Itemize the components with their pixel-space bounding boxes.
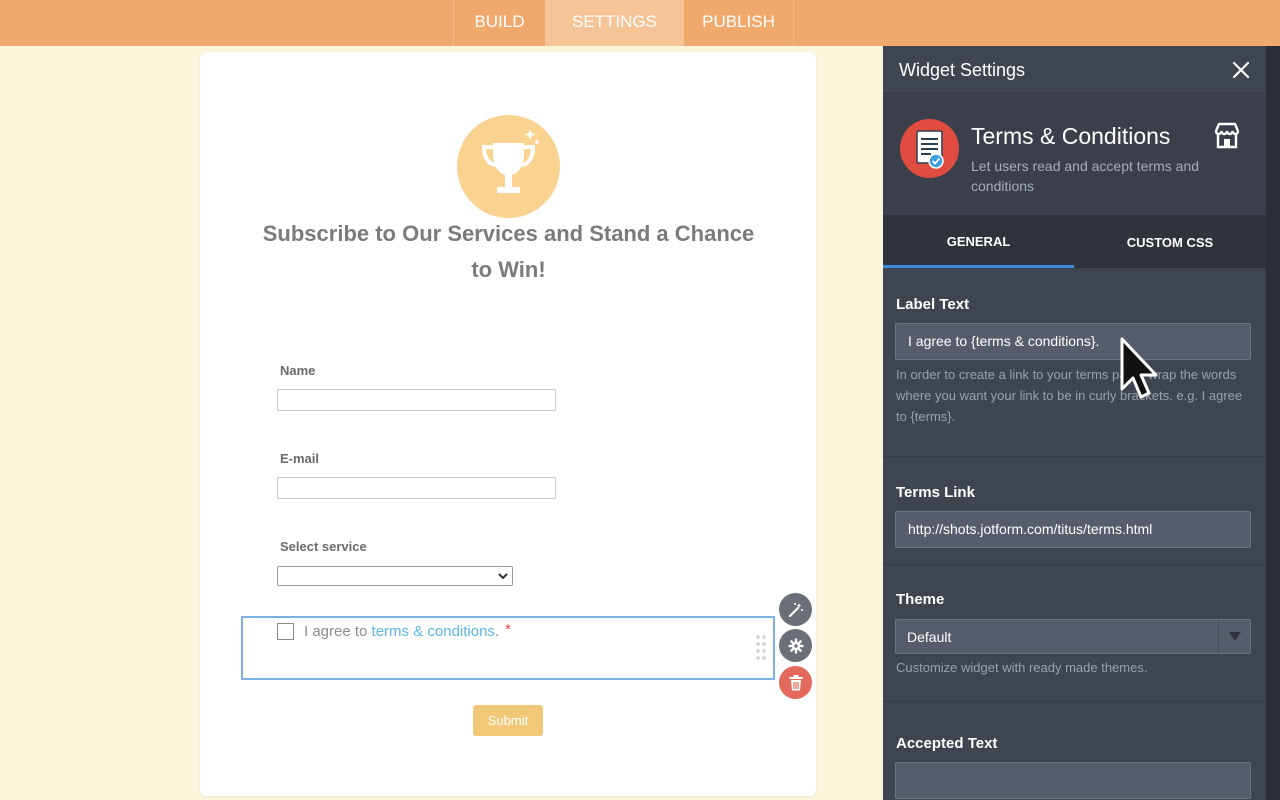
name-label: Name (280, 363, 316, 378)
trash-icon (789, 674, 802, 690)
chevron-down-icon (498, 573, 508, 580)
top-nav: BUILD SETTINGS PUBLISH (0, 0, 1280, 46)
caret-down-icon (1229, 632, 1241, 641)
tab-general[interactable]: GENERAL (883, 215, 1074, 268)
label-text-input[interactable]: I agree to {terms & conditions}. (895, 323, 1251, 360)
terms-link-input[interactable]: http://shots.jotform.com/titus/terms.htm… (895, 511, 1251, 548)
divider (883, 564, 1266, 565)
terms-suffix: . (494, 623, 500, 640)
settings-button[interactable] (779, 629, 812, 662)
widget-description: Let users read and accept terms and cond… (971, 158, 1200, 194)
required-mark: * (505, 621, 511, 638)
terms-link[interactable]: terms & conditions (372, 623, 495, 640)
widget-settings-panel: Widget Settings Terms & Conditions Let u… (883, 46, 1266, 800)
drag-handle-icon[interactable] (755, 634, 767, 662)
delete-button[interactable] (779, 666, 812, 699)
panel-scrollbar[interactable] (1266, 46, 1280, 800)
terms-prefix: I agree to (304, 623, 372, 640)
email-input[interactable] (277, 477, 556, 499)
magic-wand-icon (788, 602, 803, 617)
panel-title: Widget Settings (899, 60, 1026, 80)
terms-text: I agree to terms & conditions. * (304, 621, 511, 640)
service-select[interactable] (277, 566, 513, 586)
widget-logo (900, 119, 959, 178)
service-label: Select service (280, 539, 367, 554)
document-check-icon (916, 130, 944, 169)
theme-title: Theme (896, 591, 945, 608)
terms-checkbox[interactable] (277, 623, 294, 640)
gear-icon (787, 637, 804, 654)
theme-select-value: Default (907, 629, 952, 645)
form-card: Subscribe to Our Services and Stand a Ch… (200, 52, 816, 796)
form-title: Subscribe to Our Services and Stand a Ch… (262, 221, 755, 282)
submit-button[interactable]: Submit (473, 705, 543, 736)
wand-button[interactable] (779, 593, 812, 626)
label-text-help: In order to create a link to your terms … (896, 367, 1243, 424)
tab-custom-css[interactable]: CUSTOM CSS (1074, 215, 1266, 268)
tab-build[interactable]: BUILD (453, 0, 545, 46)
form-logo[interactable] (457, 115, 560, 218)
divider (883, 456, 1266, 457)
tab-settings[interactable]: SETTINGS (545, 0, 684, 46)
panel-tabs: GENERAL CUSTOM CSS (883, 215, 1266, 268)
terms-link-title: Terms Link (896, 484, 975, 501)
divider (883, 701, 1266, 702)
email-label: E-mail (280, 451, 320, 466)
mouse-cursor-icon (1120, 337, 1158, 399)
tab-publish[interactable]: PUBLISH (684, 0, 794, 46)
close-icon[interactable] (1232, 61, 1250, 79)
terms-widget[interactable]: I agree to terms & conditions. * (241, 616, 775, 680)
accepted-text-title: Accepted Text (896, 735, 998, 752)
select-separator (1218, 620, 1219, 653)
name-input[interactable] (277, 389, 556, 411)
store-icon[interactable] (1212, 121, 1242, 151)
widget-name: Terms & Conditions (971, 123, 1171, 149)
trophy-icon (481, 129, 539, 193)
panel-header: Widget Settings (883, 46, 1266, 94)
theme-help: Customize widget with ready made themes. (896, 660, 1148, 675)
theme-select[interactable]: Default (895, 619, 1251, 654)
label-text-title: Label Text (896, 296, 970, 313)
accepted-text-input[interactable] (895, 762, 1251, 799)
widget-info: Terms & Conditions Let users read and ac… (883, 95, 1266, 215)
